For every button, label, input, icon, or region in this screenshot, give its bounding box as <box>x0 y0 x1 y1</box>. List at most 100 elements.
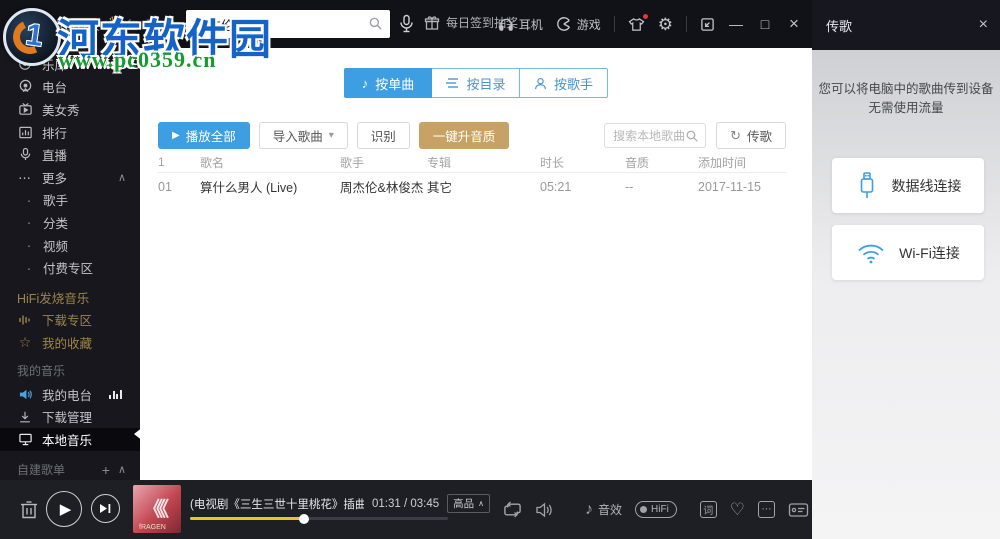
trash-icon[interactable] <box>18 499 40 521</box>
next-icon <box>100 504 111 513</box>
settings-gear-icon[interactable]: ⚙ <box>658 16 673 33</box>
sidebar-item-radio[interactable]: 电台 <box>0 76 140 99</box>
speaker-icon <box>17 388 33 401</box>
minimize-button[interactable]: — <box>728 16 744 32</box>
cell-album[interactable]: 其它 <box>427 177 540 196</box>
col-quality[interactable]: 音质 <box>625 154 698 171</box>
sidebar-item-label: 直播 <box>42 149 68 164</box>
radio-icon <box>17 79 33 94</box>
section-custom-playlists: 自建歌单 + ∧ <box>17 461 126 478</box>
sidebar-item-my-radio[interactable]: 我的电台 <box>0 383 140 406</box>
sound-effect-button[interactable]: 音效 <box>598 501 622 518</box>
chevron-up-icon[interactable]: ∧ <box>118 171 126 184</box>
upgrade-quality-button[interactable]: 一键升音质 <box>418 122 510 149</box>
play-all-button[interactable]: ▶ 播放全部 <box>158 122 250 149</box>
forward-icon[interactable]: › <box>146 12 152 32</box>
user-avatar[interactable] <box>16 10 43 37</box>
lyrics-button[interactable]: 词 <box>699 501 717 518</box>
sidebar-item-categories[interactable]: · 分类 <box>0 211 140 234</box>
import-songs-button[interactable]: 导入歌曲 ▾ <box>258 122 348 149</box>
sidebar-item-label: 更多 <box>42 171 68 186</box>
heart-icon[interactable]: ♡ <box>730 501 745 518</box>
col-artist[interactable]: 歌手 <box>340 154 427 171</box>
transfer-panel-title: 传歌 <box>826 18 853 34</box>
sidebar-item-videos[interactable]: · 视频 <box>0 234 140 257</box>
progress-bar[interactable] <box>190 513 448 524</box>
next-track-button[interactable] <box>91 494 120 523</box>
skin-button[interactable] <box>628 13 648 32</box>
divider <box>686 16 687 32</box>
sidebar-item-download-manager[interactable]: 下载管理 <box>0 405 140 428</box>
tab-by-song[interactable]: ♪ 按单曲 <box>344 68 432 98</box>
game-button[interactable]: 游戏 <box>556 16 601 33</box>
usb-connect-label: 数据线连接 <box>891 177 962 194</box>
sidebar-item-hifi-music[interactable]: HiFi发烧音乐 <box>0 286 140 309</box>
sidebar-item-more[interactable]: ⋯ 更多 ∧ <box>0 166 140 189</box>
col-duration[interactable]: 时长 <box>540 154 625 171</box>
search-input[interactable] <box>196 10 356 38</box>
sidebar-item-favorites[interactable]: ☆ 我的收藏 <box>0 331 140 354</box>
usb-connect-card[interactable]: 数据线连接 <box>832 158 984 213</box>
progress-fill <box>190 513 309 524</box>
transfer-songs-button[interactable]: ↻ 传歌 <box>716 122 786 149</box>
sidebar-item-beauty-show[interactable]: 美女秀 <box>0 98 140 121</box>
tab-by-artist[interactable]: 按歌手 <box>520 68 608 98</box>
sidebar: 乐库 电台 美女秀 排行 直播 ⋯ 更多 ∧ · 歌手 · 分类 · 视频 · … <box>0 48 140 480</box>
transfer-panel: 您可以将电脑中的歌曲传到设备 无需使用流量 数据线连接 Wi-Fi连接 传歌 × <box>812 0 1000 539</box>
volume-icon[interactable] <box>535 502 554 518</box>
vip-crown-icon[interactable]: ♛ <box>108 13 121 31</box>
panel-close-icon[interactable]: × <box>979 16 988 34</box>
table-row[interactable]: 01 算什么男人 (Live) 周杰伦&林俊杰 其它 05:21 -- 2017… <box>158 173 786 200</box>
back-icon[interactable]: ‹ <box>126 12 132 32</box>
song-table: 1 歌名 歌手 专辑 时长 音质 添加时间 01 算什么男人 (Live) 周杰… <box>158 152 786 200</box>
col-album[interactable]: 专辑 <box>427 154 540 171</box>
sidebar-item-label: 我的电台 <box>42 388 93 403</box>
headset-button[interactable]: 耳机 <box>498 16 543 33</box>
transfer-description: 您可以将电脑中的歌曲传到设备 无需使用流量 <box>818 82 994 115</box>
hifi-toggle[interactable]: HiFi <box>635 501 677 518</box>
chevron-up-icon: ∧ <box>478 499 484 508</box>
track-title[interactable]: (电视剧《三生三世十里桃花》插曲) - 董贞 <box>190 496 364 512</box>
title-bar: 点击登录 ♛ ‹ › 每日签到抽奖 耳机 <box>0 0 812 48</box>
maximize-button[interactable]: □ <box>757 16 773 32</box>
selected-item-notch <box>127 427 143 441</box>
sidebar-item-artists[interactable]: · 歌手 <box>0 189 140 212</box>
sidebar-item-local-music[interactable]: 本地音乐 <box>0 427 140 451</box>
col-title[interactable]: 歌名 <box>200 154 340 171</box>
sidebar-item-label: 歌手 <box>43 194 69 209</box>
section-my-music: 我的音乐 <box>17 364 66 379</box>
tv-show-icon <box>17 102 33 117</box>
add-playlist-icon[interactable]: + <box>102 462 110 478</box>
col-added[interactable]: 添加时间 <box>698 154 786 171</box>
progress-knob[interactable] <box>298 513 309 524</box>
search-icon[interactable] <box>368 16 383 31</box>
search-icon[interactable] <box>685 129 699 143</box>
music-library-icon <box>17 57 33 71</box>
local-search-input[interactable] <box>613 124 690 147</box>
desktop-lyrics-icon[interactable] <box>788 502 809 518</box>
wifi-connect-card[interactable]: Wi-Fi连接 <box>832 225 984 280</box>
tab-by-folder[interactable]: 按目录 <box>432 68 520 98</box>
close-button[interactable]: × <box>786 14 802 34</box>
sidebar-item-paid-zone[interactable]: · 付费专区 <box>0 256 140 279</box>
sidebar-item-download-zone[interactable]: 下载专区 <box>0 309 140 332</box>
tab-label: 按单曲 <box>375 76 415 92</box>
mini-mode-icon[interactable] <box>700 17 715 32</box>
login-link[interactable]: 点击登录 <box>52 17 100 34</box>
sidebar-item-library[interactable]: 乐库 <box>0 53 140 76</box>
col-index[interactable]: 1 <box>158 155 200 169</box>
sidebar-item-live[interactable]: 直播 <box>0 143 140 166</box>
microphone-sing-icon[interactable] <box>398 14 415 34</box>
sidebar-item-ranking[interactable]: 排行 <box>0 121 140 144</box>
chevron-up-icon[interactable]: ∧ <box>118 463 126 476</box>
quality-selector[interactable]: 高品 ∧ <box>447 494 490 513</box>
album-art[interactable]: 《《 fRAGEN <box>133 485 181 533</box>
more-options-button[interactable]: ⋯ <box>758 501 776 518</box>
play-button[interactable]: ▶ <box>46 491 82 527</box>
wifi-connect-label: Wi-Fi连接 <box>899 244 960 261</box>
repeat-mode-icon[interactable] <box>503 501 522 518</box>
recognize-button[interactable]: 识别 <box>356 122 410 149</box>
cell-artist[interactable]: 周杰伦&林俊杰 <box>340 177 427 196</box>
cell-title[interactable]: 算什么男人 (Live) <box>200 177 340 196</box>
notification-dot <box>642 13 648 19</box>
